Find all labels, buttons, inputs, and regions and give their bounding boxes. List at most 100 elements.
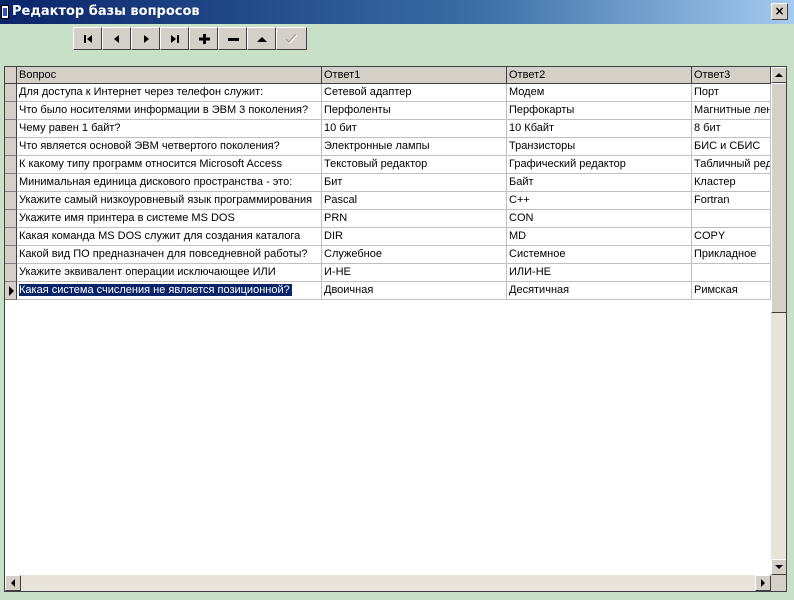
prior-record-icon [113, 34, 119, 43]
cell-answer2[interactable]: Графический редактор [507, 156, 692, 174]
cell-answer3[interactable]: 8 бит [692, 120, 771, 138]
cell-question[interactable]: Какая система счисления не является пози… [17, 282, 322, 300]
row-indicator[interactable] [5, 282, 17, 300]
header-indicator-cell [5, 67, 17, 84]
cell-question[interactable]: Какая команда MS DOS служит для создания… [17, 228, 322, 246]
cell-answer2[interactable]: 10 Кбайт [507, 120, 692, 138]
minus-icon [227, 37, 239, 41]
row-indicator[interactable] [5, 210, 17, 228]
cell-question[interactable]: Что было носителями информации в ЭВМ 3 п… [17, 102, 322, 120]
cell-question[interactable]: Чему равен 1 байт? [17, 120, 322, 138]
row-indicator[interactable] [5, 264, 17, 282]
cell-answer3[interactable]: БИС и СБИС [692, 138, 771, 156]
delete-record-button[interactable] [218, 27, 247, 50]
vertical-scroll-thumb[interactable] [771, 83, 786, 313]
cell-answer3[interactable] [692, 264, 771, 282]
cell-answer2[interactable]: ИЛИ-НЕ [507, 264, 692, 282]
column-header-answer2[interactable]: Ответ2 [507, 67, 692, 84]
prior-record-button[interactable] [102, 27, 131, 50]
cell-answer3[interactable]: Магнитные лен [692, 102, 771, 120]
cell-answer2[interactable]: Десятичная [507, 282, 692, 300]
cell-answer1[interactable]: Бит [322, 174, 507, 192]
cell-answer1[interactable]: Электронные лампы [322, 138, 507, 156]
cell-question[interactable]: Укажите эквивалент операции исключающее … [17, 264, 322, 282]
cell-answer1[interactable]: 10 бит [322, 120, 507, 138]
cell-answer2[interactable]: Байт [507, 174, 692, 192]
cell-answer3[interactable]: Кластер [692, 174, 771, 192]
record-navigator [73, 27, 307, 50]
cell-answer3[interactable]: Fortran [692, 192, 771, 210]
column-header-answer1[interactable]: Ответ1 [322, 67, 507, 84]
edit-triangle-icon [256, 36, 267, 42]
arrow-left-icon [11, 579, 15, 587]
row-indicator[interactable] [5, 174, 17, 192]
edit-record-button[interactable] [247, 27, 276, 50]
title-bar: Редактор базы вопросов × [0, 0, 794, 24]
row-indicator[interactable] [5, 102, 17, 120]
cell-answer1[interactable]: Служебное [322, 246, 507, 264]
cell-answer1[interactable]: Pascal [322, 192, 507, 210]
cell-question[interactable]: Укажите имя принтера в системе MS DOS [17, 210, 322, 228]
cell-answer2[interactable]: C++ [507, 192, 692, 210]
first-record-button[interactable] [73, 27, 102, 50]
cell-question[interactable]: К какому типу программ относится Microso… [17, 156, 322, 174]
arrow-up-icon [775, 73, 783, 77]
cell-question[interactable]: Что является основой ЭВМ четвертого поко… [17, 138, 322, 156]
cell-answer3[interactable]: Порт [692, 84, 771, 102]
cell-answer1[interactable]: И-НЕ [322, 264, 507, 282]
row-indicator[interactable] [5, 84, 17, 102]
app-icon [1, 5, 9, 19]
horizontal-scroll-track[interactable] [21, 575, 755, 591]
cell-answer1[interactable]: Двоичная [322, 282, 507, 300]
row-indicator[interactable] [5, 192, 17, 210]
scroll-right-button[interactable] [755, 575, 771, 591]
column-header-answer3[interactable]: Ответ3 [692, 67, 771, 84]
cell-answer2[interactable]: Перфокарты [507, 102, 692, 120]
cell-answer2[interactable]: Модем [507, 84, 692, 102]
cell-question[interactable]: Для доступа к Интернет через телефон слу… [17, 84, 322, 102]
window-title: Редактор базы вопросов [12, 4, 200, 19]
scroll-down-button[interactable] [771, 559, 786, 575]
cell-answer2[interactable]: MD [507, 228, 692, 246]
cell-answer1[interactable]: Текстовый редактор [322, 156, 507, 174]
cell-answer3[interactable] [692, 210, 771, 228]
cell-answer2[interactable]: CON [507, 210, 692, 228]
cell-answer3[interactable]: COPY [692, 228, 771, 246]
next-record-button[interactable] [131, 27, 160, 50]
row-indicator[interactable] [5, 138, 17, 156]
cell-answer3[interactable]: Табличный ред [692, 156, 771, 174]
questions-grid[interactable]: Вопрос Ответ1 Ответ2 Ответ3 Для доступа … [4, 66, 787, 592]
cell-answer1[interactable]: PRN [322, 210, 507, 228]
row-indicator[interactable] [5, 228, 17, 246]
current-row-pointer-icon [9, 286, 14, 296]
vertical-scrollbar[interactable] [771, 67, 786, 575]
plus-icon [198, 33, 210, 44]
row-indicator[interactable] [5, 120, 17, 138]
first-record-icon [83, 34, 92, 43]
cell-answer2[interactable]: Системное [507, 246, 692, 264]
scrollbar-corner [771, 575, 786, 591]
scroll-up-button[interactable] [771, 67, 786, 83]
last-record-button[interactable] [160, 27, 189, 50]
cell-answer1[interactable]: DIR [322, 228, 507, 246]
cell-answer3[interactable]: Прикладное [692, 246, 771, 264]
close-button[interactable]: × [771, 3, 788, 20]
checkmark-icon [285, 33, 297, 44]
cell-question[interactable]: Укажите самый низкоуровневый язык програ… [17, 192, 322, 210]
last-record-icon [170, 34, 179, 43]
cell-answer1[interactable]: Сетевой адаптер [322, 84, 507, 102]
row-indicator[interactable] [5, 246, 17, 264]
column-header-question[interactable]: Вопрос [17, 67, 322, 84]
cell-question[interactable]: Какой вид ПО предназначен для повседневн… [17, 246, 322, 264]
cell-answer3[interactable]: Римская [692, 282, 771, 300]
row-indicator[interactable] [5, 156, 17, 174]
insert-record-button[interactable] [189, 27, 218, 50]
horizontal-scrollbar[interactable] [5, 575, 771, 591]
cell-answer2[interactable]: Транзисторы [507, 138, 692, 156]
scroll-left-button[interactable] [5, 575, 21, 591]
cell-answer1[interactable]: Перфоленты [322, 102, 507, 120]
cell-question[interactable]: Минимальная единица дискового пространст… [17, 174, 322, 192]
next-record-icon [143, 34, 149, 43]
post-record-button[interactable] [276, 27, 307, 50]
selected-cell-text: Какая система счисления не является пози… [19, 284, 292, 296]
